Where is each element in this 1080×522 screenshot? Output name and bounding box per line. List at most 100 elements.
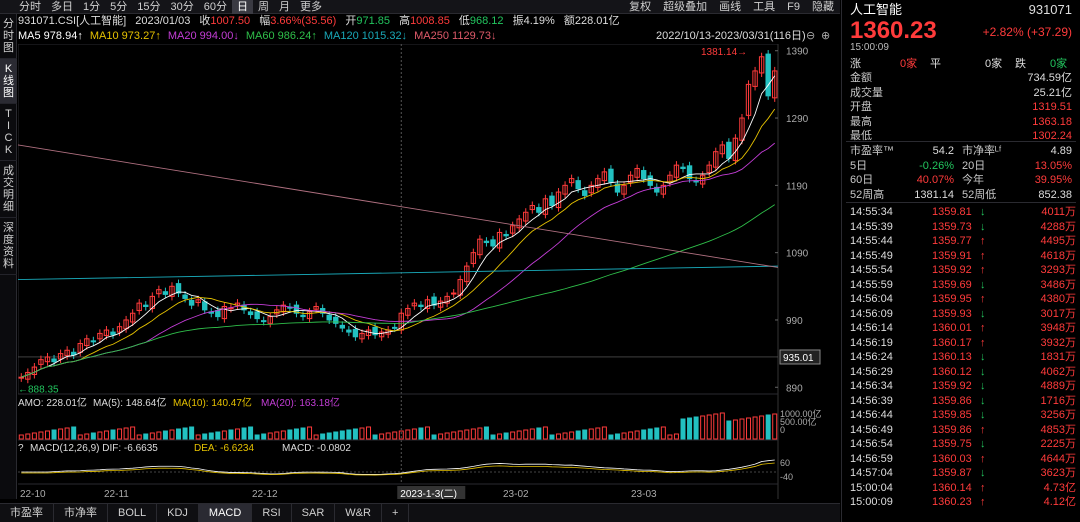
macd-dea: DEA: -6.6234: [194, 443, 254, 454]
volume-bar: [300, 427, 306, 440]
period-tabs: 分时 多日 1分 5分 15分 30分 60分日周月更多: [0, 0, 327, 14]
perf-row-1: 5日 -0.26% 20日 13.05%: [850, 159, 1072, 173]
volume-bar: [700, 415, 706, 440]
volume-bar: [117, 428, 123, 440]
volume-bar: [366, 426, 372, 440]
volume-bar: [759, 415, 765, 440]
range52-row-v2: 852.38: [1038, 188, 1072, 201]
kline-chart[interactable]: 1390129011901090990890935.011381.14→←888…: [18, 44, 840, 499]
range-minus-icon[interactable]: ⊖: [806, 30, 815, 43]
candle-body: [392, 326, 398, 329]
toolbar-item-3[interactable]: 工具: [747, 0, 781, 14]
ma120-line: [18, 265, 779, 281]
volume-bar: [320, 433, 326, 440]
toolbar-item-5[interactable]: 隐藏: [806, 0, 840, 14]
indicator-tab-8[interactable]: +: [382, 504, 410, 522]
macd-axis-label: -40: [780, 472, 793, 482]
range-plus-icon[interactable]: ⊕: [821, 30, 830, 43]
volume-bar: [687, 417, 693, 440]
period-tab-2[interactable]: 1分: [78, 0, 105, 14]
period-tab-3[interactable]: 5分: [105, 0, 132, 14]
candle-body: [765, 53, 771, 97]
candle-body: [640, 170, 647, 180]
toolbar-item-4[interactable]: F9: [781, 0, 806, 14]
toolbar-item-2[interactable]: 画线: [713, 0, 747, 14]
indicator-tab-5[interactable]: RSI: [252, 504, 292, 522]
period-tab-4[interactable]: 15分: [132, 0, 165, 14]
period-tab-5[interactable]: 30分: [166, 0, 199, 14]
volume-bar: [313, 434, 319, 440]
volume-bar: [562, 432, 568, 440]
breadth-die: 跌: [1015, 58, 1026, 70]
volume-bar: [136, 434, 142, 440]
volume-bar: [411, 428, 417, 440]
volume-bar: [483, 426, 489, 440]
candle-body: [18, 376, 24, 379]
help-icon[interactable]: ?: [18, 443, 24, 454]
indicator-tab-3[interactable]: KDJ: [157, 504, 199, 522]
stats-divider: [846, 141, 1076, 142]
period-tab-0[interactable]: 分时: [14, 0, 46, 14]
tick-divider: [846, 202, 1076, 203]
left-nav-item-3[interactable]: 成 交 明 细: [0, 161, 17, 218]
date-axis-label: 22-11: [104, 489, 129, 499]
volume-bar: [352, 428, 358, 440]
candle-body: [575, 180, 581, 190]
candle-body: [549, 195, 555, 207]
close-value: 1007.50: [210, 15, 251, 27]
stat-row-2: 开盘 1319.51: [850, 100, 1072, 114]
volume-bar: [18, 434, 24, 440]
indicator-tab-2[interactable]: BOLL: [108, 504, 158, 522]
candle-body: [339, 324, 346, 329]
range52-row-l1: 52周高: [850, 188, 885, 201]
volume-bar: [470, 428, 476, 440]
change-points: (+37.29): [1026, 25, 1072, 39]
left-nav-item-1[interactable]: K 线 图: [0, 59, 17, 104]
volume-bar: [64, 427, 70, 440]
volume-bar: [392, 431, 398, 440]
candle-body: [503, 233, 509, 237]
period-tab-10[interactable]: 更多: [295, 0, 327, 14]
current-price-tag-label: 935.01: [783, 353, 814, 364]
ma250-line: [18, 144, 779, 268]
toolbar-item-1[interactable]: 超级叠加: [657, 0, 713, 14]
volume-bar: [293, 428, 299, 440]
left-nav-item-0[interactable]: 分 时 图: [0, 14, 17, 59]
period-tab-8[interactable]: 周: [253, 0, 274, 14]
indicator-tab-7[interactable]: W&R: [335, 504, 382, 522]
left-nav-item-4[interactable]: 深 度 资 料: [0, 218, 17, 275]
volume-bar: [673, 433, 679, 440]
volume-bar: [621, 432, 627, 440]
toolbar-item-0[interactable]: 复权: [623, 0, 657, 14]
volume-bar: [287, 429, 293, 440]
price-axis-label: 890: [786, 383, 803, 394]
volume-bar: [228, 429, 234, 440]
candle-body: [247, 311, 254, 316]
volume-bar: [84, 433, 90, 440]
indicator-tab-1[interactable]: 市净率: [54, 504, 108, 522]
period-tab-1[interactable]: 多日: [46, 0, 78, 14]
indicator-tab-4[interactable]: MACD: [198, 504, 253, 522]
indicator-tab-0[interactable]: 市盈率: [0, 504, 54, 522]
stat-row-3: 最高 1363.18: [850, 115, 1072, 129]
volume-bar: [523, 429, 529, 440]
stat-row-1-label: 成交量: [850, 86, 883, 99]
period-tab-7[interactable]: 日: [232, 0, 253, 14]
volume-bar: [359, 427, 365, 440]
volume-bar: [31, 432, 37, 440]
volume-bar: [241, 427, 247, 440]
period-tab-6[interactable]: 60分: [199, 0, 232, 14]
candle-body: [215, 310, 221, 318]
breadth-zhang: 涨: [850, 58, 861, 70]
range52-row: 52周高 1381.14 52周低 852.38: [850, 188, 1072, 202]
volume-bar: [746, 417, 752, 440]
indicator-tab-6[interactable]: SAR: [292, 504, 336, 522]
volume-bar: [719, 412, 725, 440]
amount-value: 额228.01亿: [563, 15, 620, 27]
volume-bar: [280, 430, 286, 440]
candle-body: [536, 207, 542, 213]
left-nav-item-2[interactable]: T I C K: [0, 104, 17, 161]
period-tab-9[interactable]: 月: [274, 0, 295, 14]
volume-bar: [765, 414, 771, 440]
volume-bar: [556, 433, 562, 440]
